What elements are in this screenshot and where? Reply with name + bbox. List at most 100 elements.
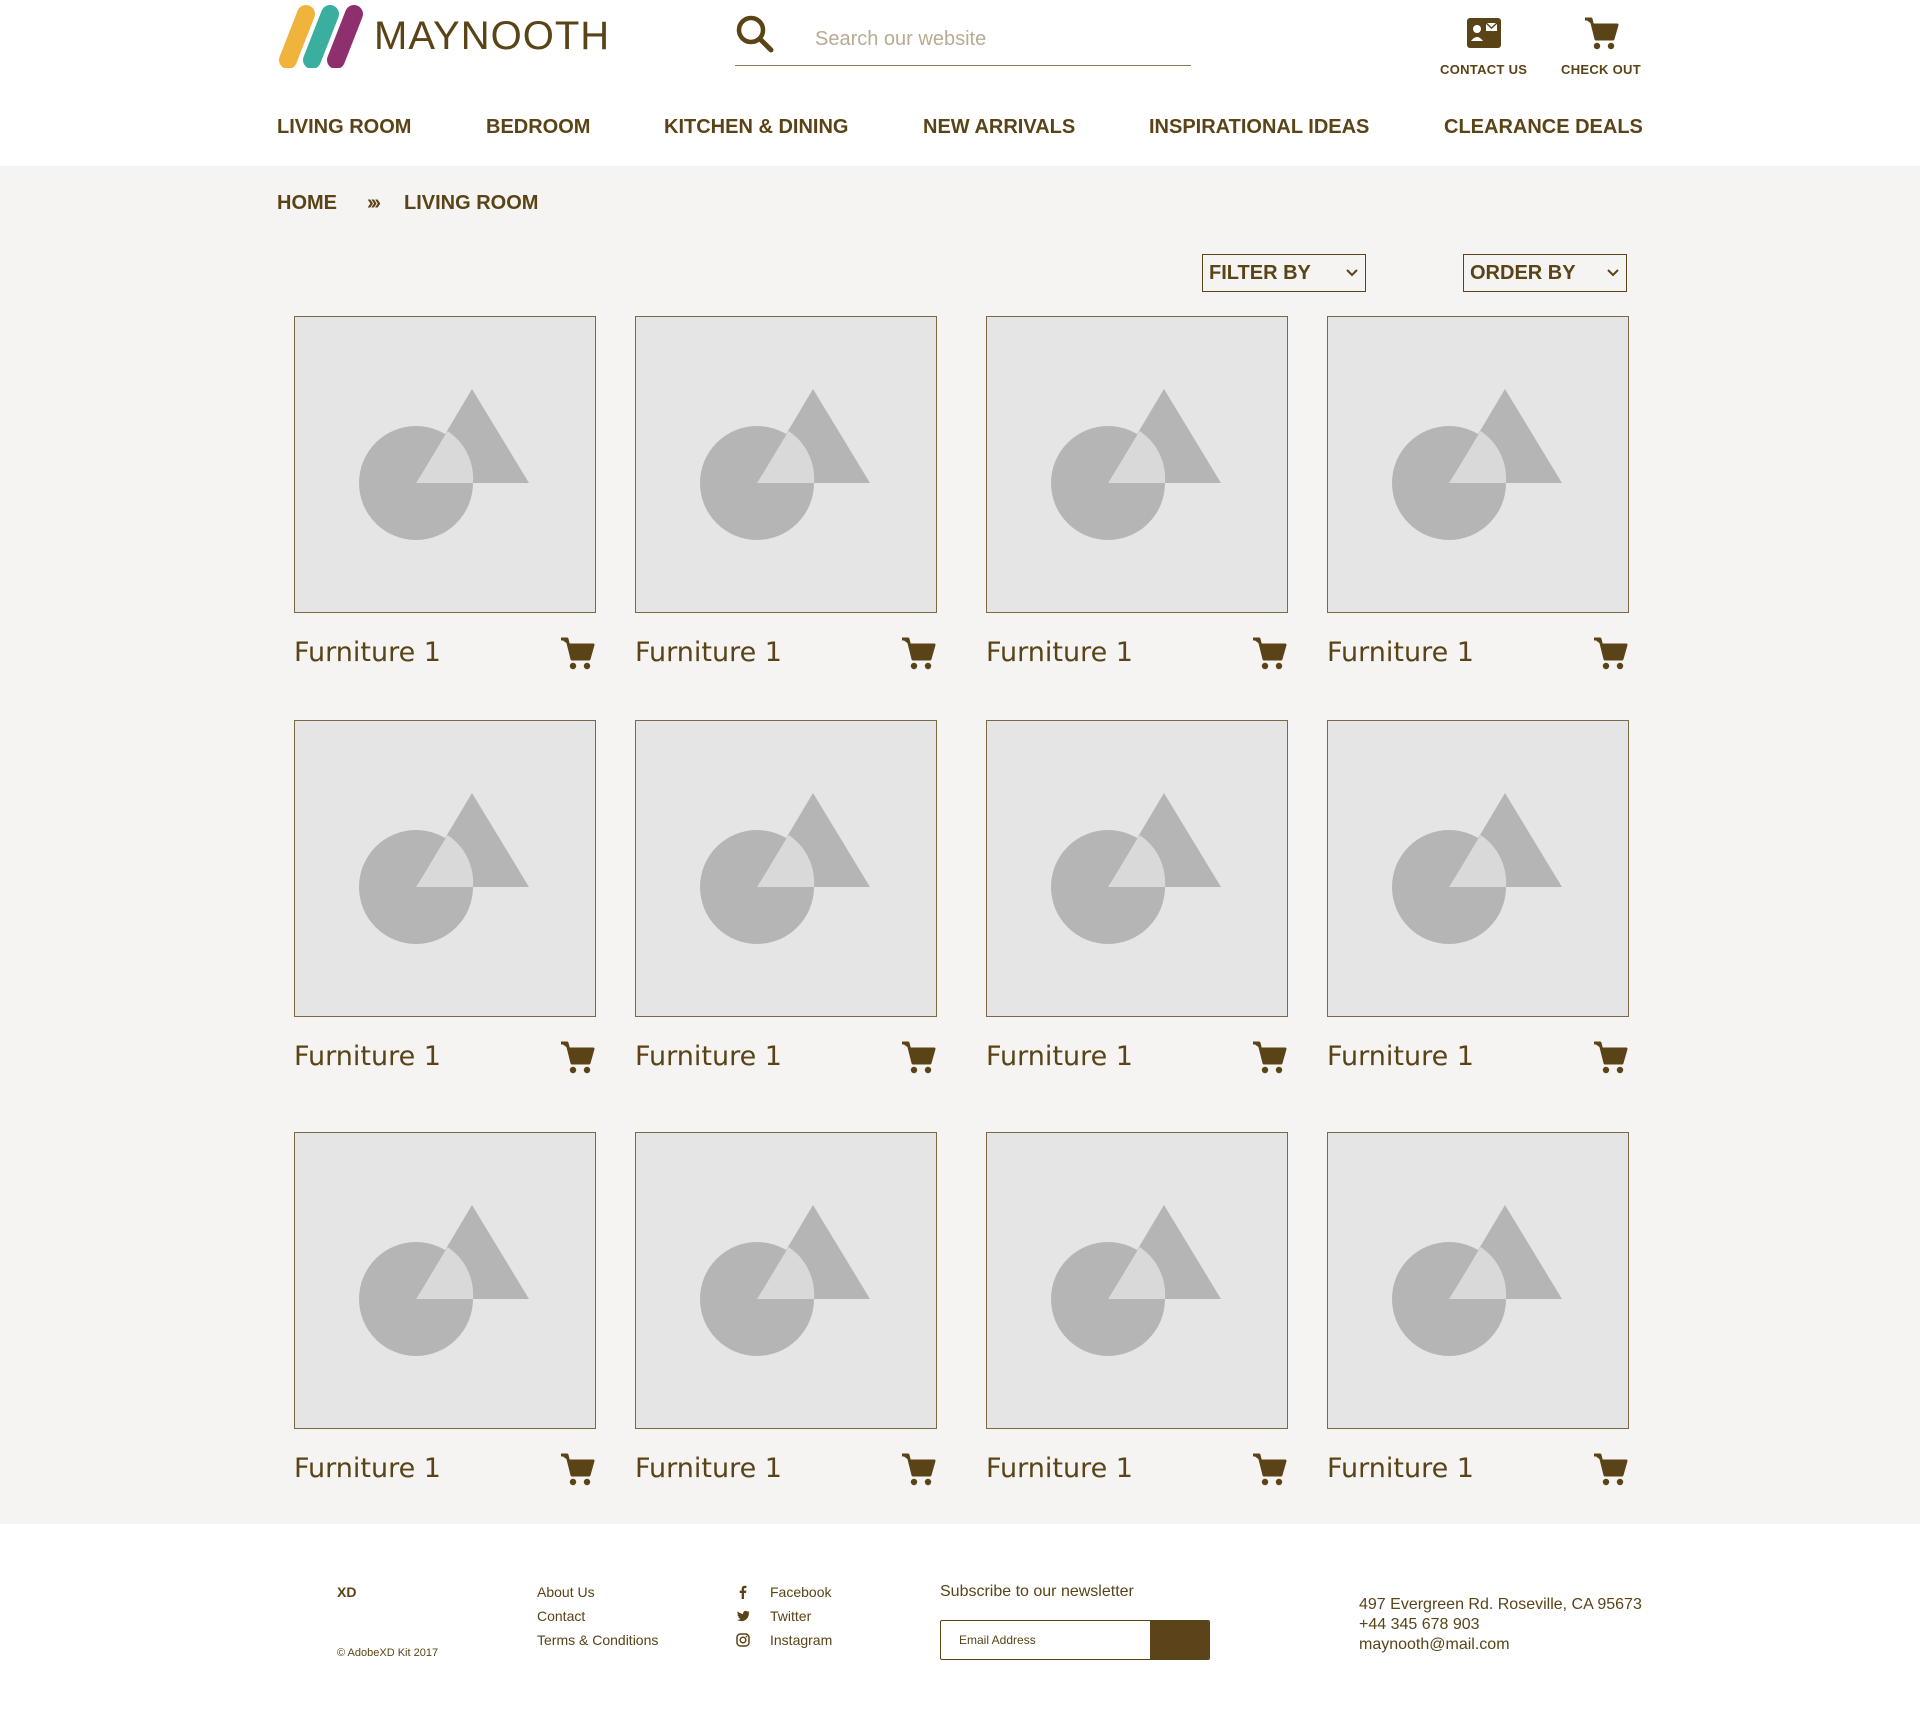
image-placeholder-icon [1392,389,1562,540]
footer-address: 497 Evergreen Rd. Roseville, CA 95673 [1359,1596,1642,1613]
product-image[interactable] [635,1132,937,1429]
logo-mark-icon [279,5,363,68]
instagram-label: Instagram [770,1632,833,1648]
add-to-cart-icon[interactable] [558,1450,596,1488]
product-image[interactable] [635,316,937,613]
product-image[interactable] [294,720,596,1017]
nav-item-kitchen-dining[interactable]: KITCHEN & DINING [664,116,848,139]
product-name[interactable]: Furniture 1 [294,637,441,668]
site-header: MAYNOOTH CONTACT US CHECK OUT LIVING ROO… [0,0,1920,166]
product-name[interactable]: Furniture 1 [1327,637,1474,668]
main-content: HOME ››› LIVING ROOM FILTER BY ORDER BY … [0,166,1920,1524]
footer-email: maynooth@mail.com [1359,1636,1510,1653]
add-to-cart-icon[interactable] [1250,1038,1288,1076]
newsletter-form [940,1620,1210,1660]
footer-twitter-link[interactable]: Twitter [736,1608,811,1624]
contact-us-button[interactable]: CONTACT US [1440,14,1527,77]
subscribe-button[interactable] [1150,1621,1209,1659]
contact-us-label: CONTACT US [1440,62,1528,77]
add-to-cart-icon[interactable] [899,1450,937,1488]
main-nav: LIVING ROOM BEDROOM KITCHEN & DINING NEW… [277,116,1643,142]
cart-icon [1584,17,1619,50]
add-to-cart-icon[interactable] [899,634,937,672]
newsletter-label: Subscribe to our newsletter [940,1583,1134,1600]
search-input[interactable] [815,28,1175,51]
chevron-down-icon [1607,269,1619,277]
add-to-cart-icon[interactable] [1250,1450,1288,1488]
image-placeholder-icon [359,1205,529,1356]
product-name[interactable]: Furniture 1 [635,637,782,668]
product-image[interactable] [1327,1132,1629,1429]
product-image[interactable] [635,720,937,1017]
filter-by-label: FILTER BY [1209,262,1311,284]
image-placeholder-icon [1392,793,1562,944]
add-to-cart-icon[interactable] [1591,1038,1629,1076]
image-placeholder-icon [359,793,529,944]
image-placeholder-icon [700,389,870,540]
product-name[interactable]: Furniture 1 [294,1453,441,1484]
instagram-icon [736,1633,750,1647]
order-by-dropdown[interactable]: ORDER BY [1463,254,1627,292]
product-name[interactable]: Furniture 1 [986,637,1133,668]
nav-item-bedroom[interactable]: BEDROOM [486,116,590,139]
image-placeholder-icon [1051,1205,1221,1356]
breadcrumb: HOME ››› LIVING ROOM [277,192,538,215]
check-out-label: CHECK OUT [1561,62,1641,77]
twitter-label: Twitter [770,1608,812,1624]
image-placeholder-icon [1051,793,1221,944]
nav-item-new-arrivals[interactable]: NEW ARRIVALS [923,116,1075,139]
logo-text: MAYNOOTH [374,13,611,58]
nav-item-clearance-deals[interactable]: CLEARANCE DEALS [1444,116,1643,139]
product-name[interactable]: Furniture 1 [986,1453,1133,1484]
product-name[interactable]: Furniture 1 [1327,1453,1474,1484]
product-name[interactable]: Furniture 1 [986,1041,1133,1072]
footer-brand: XD [337,1584,357,1600]
filter-by-dropdown[interactable]: FILTER BY [1202,254,1366,292]
footer-copyright: © AdobeXD Kit 2017 [337,1647,439,1659]
twitter-icon [736,1610,750,1622]
product-image[interactable] [1327,316,1629,613]
check-out-button[interactable]: CHECK OUT [1561,14,1641,77]
search-icon[interactable] [735,14,775,54]
breadcrumb-current[interactable]: LIVING ROOM [404,192,538,215]
site-footer: XD © AdobeXD Kit 2017 About Us Contact T… [0,1524,1920,1724]
product-image[interactable] [294,316,596,613]
add-to-cart-icon[interactable] [1250,634,1288,672]
image-placeholder-icon [359,389,529,540]
email-input[interactable] [959,1633,1129,1647]
add-to-cart-icon[interactable] [1591,634,1629,672]
logo[interactable]: MAYNOOTH [276,4,610,68]
footer-link-contact[interactable]: Contact [537,1608,585,1624]
product-image[interactable] [986,316,1288,613]
product-image[interactable] [986,720,1288,1017]
add-to-cart-icon[interactable] [558,634,596,672]
product-image[interactable] [294,1132,596,1429]
order-by-label: ORDER BY [1470,262,1576,284]
product-name[interactable]: Furniture 1 [635,1453,782,1484]
product-name[interactable]: Furniture 1 [294,1041,441,1072]
image-placeholder-icon [1392,1205,1562,1356]
product-name[interactable]: Furniture 1 [635,1041,782,1072]
image-placeholder-icon [700,793,870,944]
footer-link-terms[interactable]: Terms & Conditions [537,1632,658,1648]
product-image[interactable] [986,1132,1288,1429]
image-placeholder-icon [1051,389,1221,540]
footer-phone: +44 345 678 903 [1359,1616,1480,1633]
chevron-down-icon [1346,269,1358,277]
search-bar [735,14,1191,66]
nav-item-inspirational-ideas[interactable]: INSPIRATIONAL IDEAS [1149,116,1369,139]
add-to-cart-icon[interactable] [1591,1450,1629,1488]
add-to-cart-icon[interactable] [558,1038,596,1076]
footer-instagram-link[interactable]: Instagram [736,1632,832,1648]
facebook-label: Facebook [770,1584,832,1600]
facebook-icon [739,1585,747,1599]
nav-item-living-room[interactable]: LIVING ROOM [277,116,411,139]
breadcrumb-separator: ››› [367,192,381,214]
product-image[interactable] [1327,720,1629,1017]
product-name[interactable]: Furniture 1 [1327,1041,1474,1072]
image-placeholder-icon [700,1205,870,1356]
footer-link-about-us[interactable]: About Us [537,1584,595,1600]
breadcrumb-home[interactable]: HOME [277,192,337,215]
footer-facebook-link[interactable]: Facebook [736,1584,831,1600]
add-to-cart-icon[interactable] [899,1038,937,1076]
